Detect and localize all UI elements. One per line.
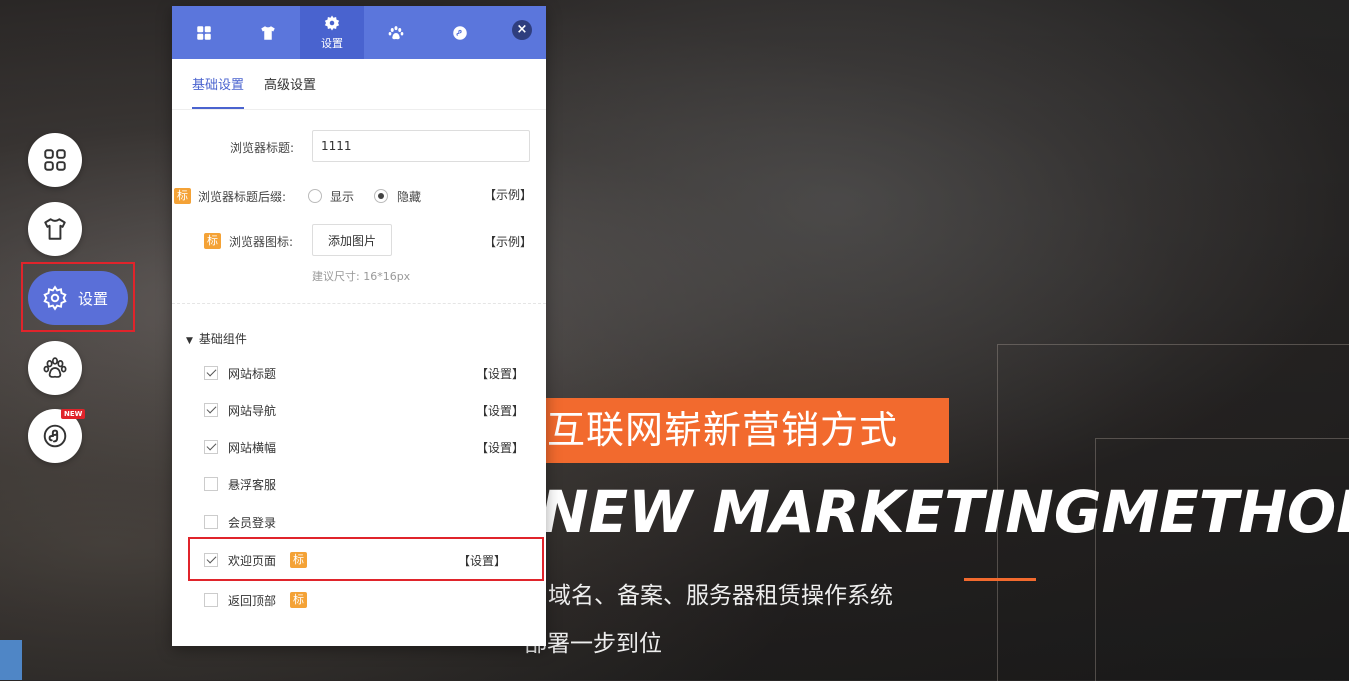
caret-down-icon: ▼	[186, 336, 193, 346]
radio-show-label: 显示	[330, 190, 355, 204]
grid-icon	[197, 25, 211, 40]
site-title-settings-link[interactable]: 【设置】	[476, 365, 524, 382]
settings-highlight	[21, 262, 135, 332]
tab-paw[interactable]	[364, 6, 428, 59]
tab-settings[interactable]: 设置	[300, 6, 364, 59]
checkbox-back-to-top[interactable]	[204, 593, 218, 607]
subtab-basic-settings[interactable]: 基础设置	[192, 59, 245, 109]
tab-style[interactable]	[236, 6, 300, 59]
radio-hide[interactable]	[374, 189, 388, 203]
component-row: 会员登录	[204, 513, 524, 533]
side-grid-button[interactable]	[28, 133, 82, 187]
add-image-button[interactable]: 添加图片	[312, 224, 392, 256]
hero-subtitle-1: 域名、备案、服务器租赁操作系统	[548, 583, 893, 609]
hero-tagline: 互联网崭新营销方式	[535, 398, 949, 463]
checkbox-site-nav[interactable]	[204, 403, 218, 417]
hero-divider	[964, 578, 1036, 581]
miniprogram-icon	[453, 25, 467, 40]
site-banner-settings-link[interactable]: 【设置】	[476, 439, 524, 456]
site-nav-settings-link[interactable]: 【设置】	[476, 402, 524, 419]
component-row: 返回顶部 标	[204, 591, 524, 611]
shirt-icon	[261, 25, 275, 40]
component-row: 网站横幅 【设置】	[204, 438, 524, 458]
browser-title-suffix-label: 浏览器标题后缀:	[198, 190, 287, 204]
component-label: 网站导航	[228, 404, 277, 418]
decor-frame-inner	[1095, 438, 1349, 681]
gear-icon	[324, 15, 340, 31]
browser-title-input[interactable]	[312, 130, 530, 162]
icon-example-link[interactable]: 【示例】	[484, 233, 532, 250]
subtab-advanced-settings[interactable]: 高级设置	[264, 59, 316, 109]
miniprogram-icon	[43, 424, 67, 448]
corner-help-icon[interactable]	[0, 640, 22, 680]
back-to-top-tag-badge: 标	[290, 592, 307, 608]
shirt-icon	[44, 218, 66, 240]
section-basic-components[interactable]: ▼ 基础组件	[186, 330, 247, 347]
panel-close-button[interactable]: ×	[512, 20, 532, 40]
component-label: 网站标题	[228, 367, 277, 381]
tab-settings-label: 设置	[321, 37, 343, 50]
component-row: 网站标题 【设置】	[204, 364, 524, 384]
size-hint: 建议尺寸: 16*16px	[312, 270, 411, 283]
tab-layout[interactable]	[172, 6, 236, 59]
new-badge: NEW	[61, 409, 86, 419]
section-title: 基础组件	[198, 332, 247, 346]
checkbox-member-login[interactable]	[204, 515, 218, 529]
checkbox-site-banner[interactable]	[204, 440, 218, 454]
checkbox-floating-service[interactable]	[204, 477, 218, 491]
welcome-page-highlight	[188, 537, 544, 581]
side-paw-button[interactable]	[28, 341, 82, 395]
browser-title-label: 浏览器标题:	[230, 141, 295, 155]
radio-hide-label: 隐藏	[397, 190, 422, 204]
paw-icon	[43, 357, 67, 378]
component-label: 网站横幅	[228, 441, 277, 455]
browser-icon-label: 浏览器图标:	[229, 235, 294, 249]
component-label: 返回顶部	[228, 594, 277, 608]
component-label: 悬浮客服	[228, 478, 277, 492]
component-row: 悬浮客服	[204, 475, 524, 495]
paw-icon	[388, 25, 404, 39]
hero-english-title: NEW MARKETINGMETHOD	[540, 478, 1349, 546]
tab-miniprogram[interactable]	[428, 6, 492, 59]
suffix-tag-badge: 标	[174, 188, 191, 204]
subtab-bar: 基础设置 高级设置	[172, 59, 546, 110]
grid-icon	[44, 149, 66, 171]
panel-tab-bar: 设置 ×	[172, 6, 546, 59]
component-row: 网站导航 【设置】	[204, 401, 524, 421]
icon-tag-badge: 标	[204, 233, 221, 249]
component-label: 会员登录	[228, 516, 277, 530]
side-shirt-button[interactable]	[28, 202, 82, 256]
suffix-example-link[interactable]: 【示例】	[484, 186, 532, 203]
radio-show[interactable]	[308, 189, 322, 203]
checkbox-site-title[interactable]	[204, 366, 218, 380]
section-divider	[172, 303, 546, 304]
